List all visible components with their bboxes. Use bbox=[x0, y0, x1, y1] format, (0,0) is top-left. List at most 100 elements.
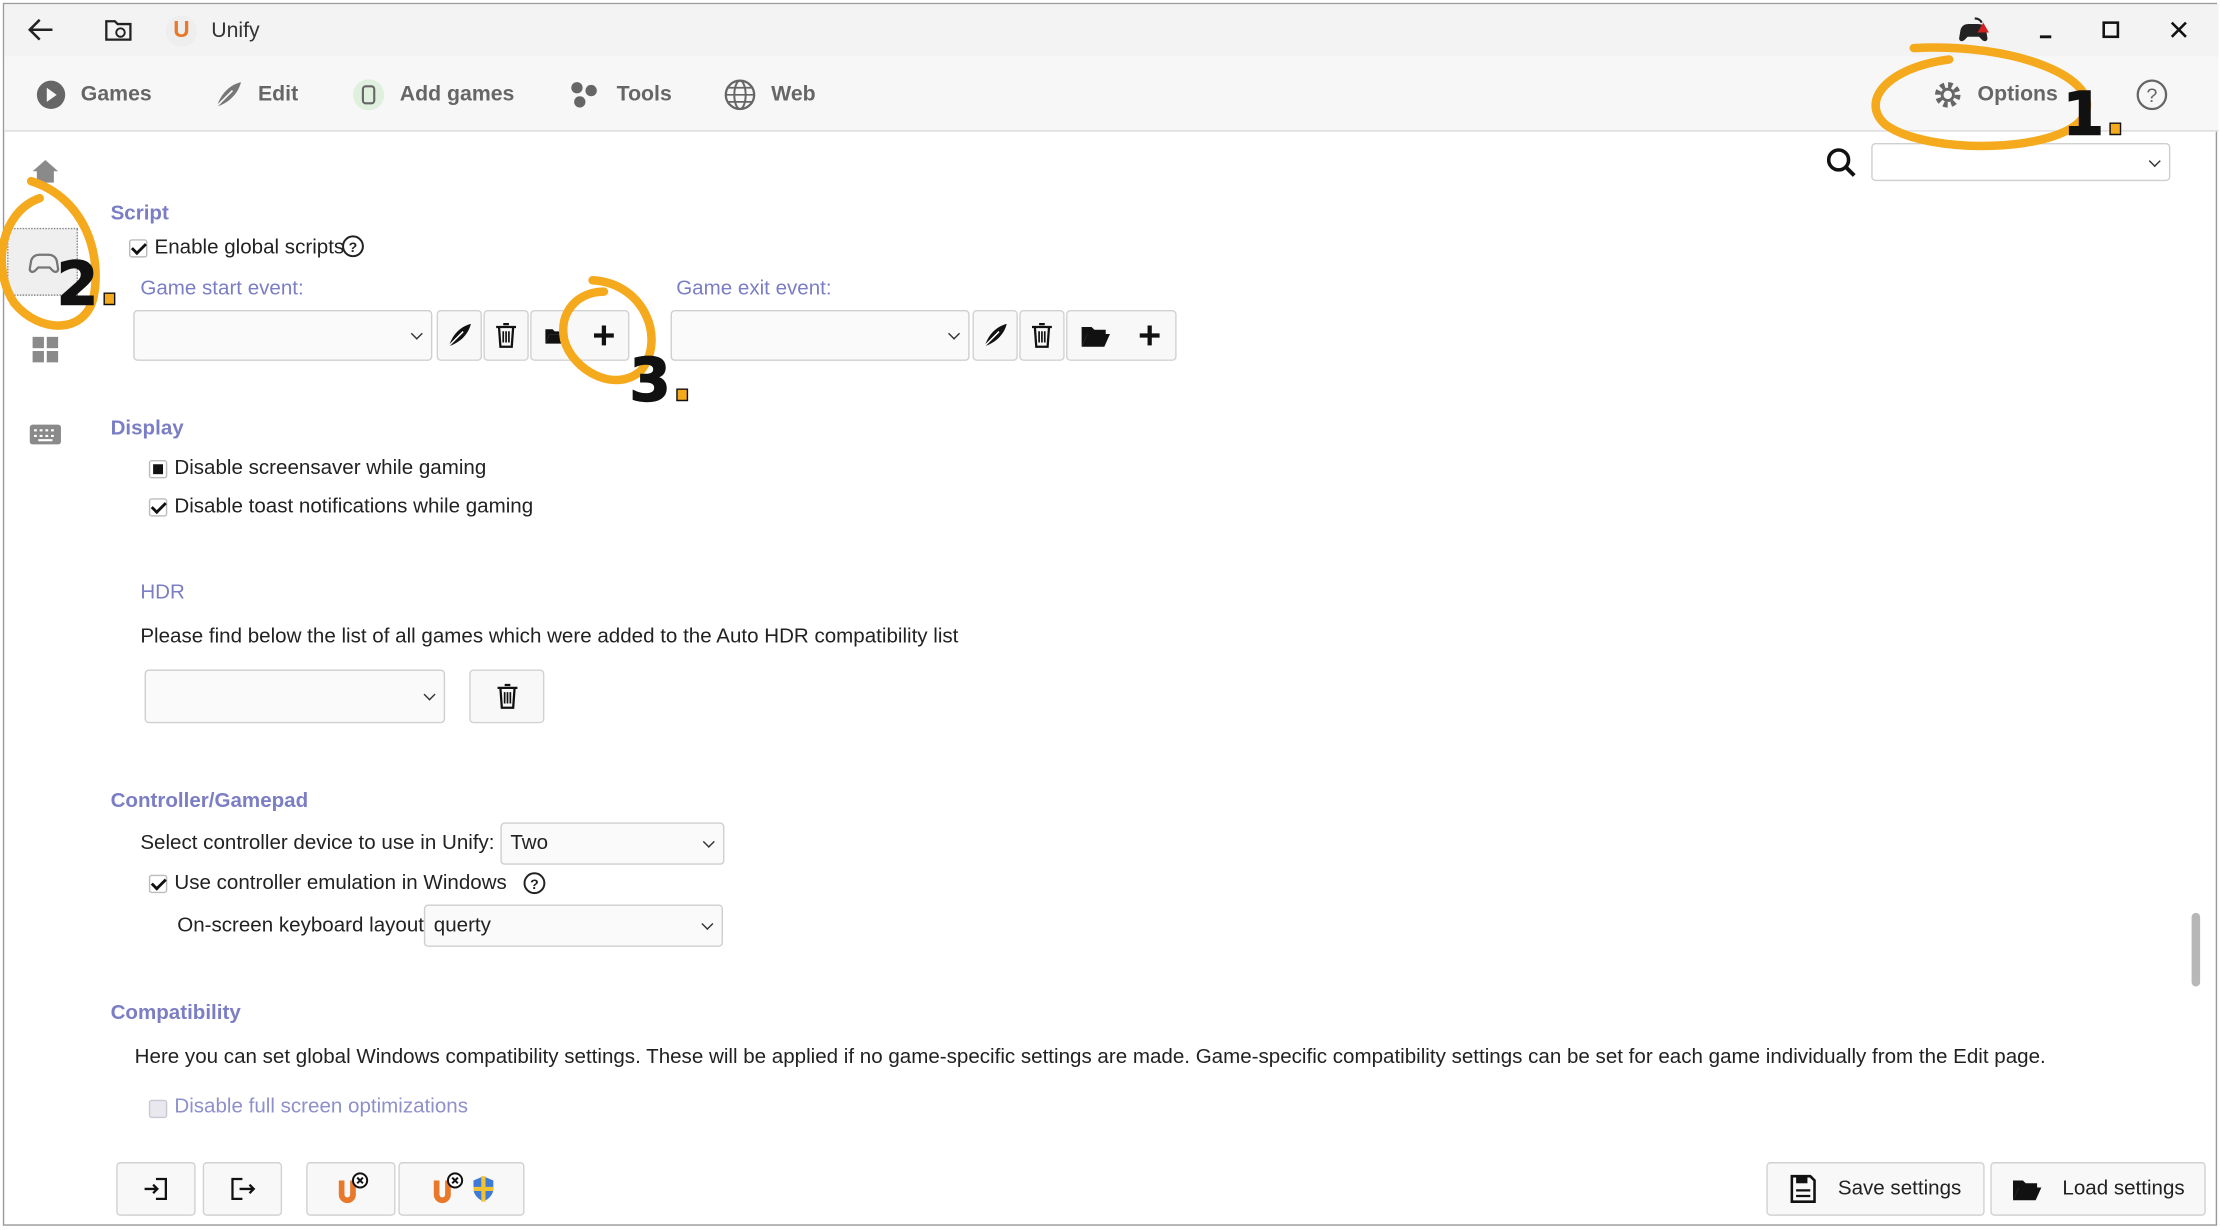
unify-close-button[interactable] bbox=[306, 1162, 396, 1216]
controller-device-value: Two bbox=[510, 832, 549, 855]
folder-open-icon[interactable] bbox=[1080, 323, 1111, 348]
main-toolbar: Games Edit Add games Tools Web Options ? bbox=[4, 56, 2219, 132]
load-settings-button[interactable]: Load settings bbox=[1990, 1162, 2206, 1216]
use-emulation-label: Use controller emulation in Windows bbox=[174, 871, 507, 895]
help-icon[interactable]: ? bbox=[2136, 79, 2168, 111]
enable-global-scripts-checkbox[interactable] bbox=[129, 239, 148, 258]
sidebar-keyboard-icon[interactable] bbox=[24, 413, 67, 455]
feather-icon bbox=[213, 79, 244, 110]
add-games-button[interactable]: Add games bbox=[352, 57, 515, 132]
use-emulation-checkbox[interactable] bbox=[148, 874, 168, 894]
back-arrow-icon[interactable] bbox=[27, 16, 55, 44]
game-start-event-label: Game start event: bbox=[140, 277, 304, 301]
web-label: Web bbox=[771, 82, 816, 107]
sign-in-icon bbox=[142, 1175, 170, 1203]
disable-screensaver-label: Disable screensaver while gaming bbox=[174, 457, 487, 480]
vertical-scrollbar[interactable] bbox=[2191, 912, 2201, 987]
search-icon[interactable] bbox=[1824, 146, 1858, 180]
sidebar-windows-icon[interactable] bbox=[24, 328, 67, 370]
keyboard-layout-label: On-screen keyboard layout bbox=[177, 914, 424, 937]
unify-admin-close-button[interactable] bbox=[398, 1162, 525, 1216]
keyboard-layout-value: querty bbox=[433, 914, 491, 937]
chevron-down-icon bbox=[2148, 154, 2161, 167]
exit-edit-button[interactable] bbox=[972, 309, 1018, 361]
close-icon[interactable] bbox=[2168, 18, 2191, 41]
controller-alert-icon[interactable] bbox=[1955, 16, 1992, 47]
disable-fullscreen-opt-checkbox[interactable] bbox=[148, 1099, 168, 1119]
disable-screensaver-checkbox[interactable] bbox=[148, 460, 168, 479]
display-section-title: Display bbox=[110, 417, 184, 441]
controller-device-dropdown[interactable]: Two bbox=[500, 822, 725, 865]
start-delete-button[interactable] bbox=[483, 309, 529, 361]
chevron-down-icon bbox=[423, 688, 436, 701]
plus-icon[interactable] bbox=[1137, 323, 1163, 348]
chevron-down-icon bbox=[410, 327, 423, 340]
hdr-games-dropdown[interactable] bbox=[144, 669, 446, 724]
game-start-event-dropdown[interactable] bbox=[133, 309, 433, 361]
help-circle-icon[interactable]: ? bbox=[523, 872, 546, 895]
minimize-icon[interactable] bbox=[2034, 18, 2057, 41]
folder-open-icon bbox=[2011, 1176, 2042, 1201]
search-combobox[interactable] bbox=[1871, 142, 2171, 182]
edit-button[interactable]: Edit bbox=[213, 57, 299, 132]
games-button[interactable]: Games bbox=[35, 57, 152, 132]
add-games-label: Add games bbox=[399, 82, 515, 107]
start-edit-button[interactable] bbox=[436, 309, 482, 361]
save-settings-button[interactable]: Save settings bbox=[1766, 1162, 1985, 1216]
start-browse-add-group bbox=[530, 309, 630, 361]
hdr-delete-button[interactable] bbox=[469, 669, 545, 724]
chevron-down-icon bbox=[948, 327, 961, 340]
chevron-down-icon bbox=[701, 917, 714, 930]
gear-icon bbox=[1932, 79, 1963, 110]
annotation-number-1: 1. bbox=[2062, 79, 2128, 150]
title-bar: U Unify bbox=[4, 4, 2219, 57]
svg-text:?: ? bbox=[349, 240, 358, 256]
add-game-icon bbox=[352, 77, 386, 111]
annotation-number-3: 3. bbox=[629, 345, 695, 416]
help-circle-icon[interactable]: ? bbox=[342, 235, 365, 258]
exit-browse-add-group bbox=[1066, 309, 1177, 361]
games-label: Games bbox=[80, 82, 152, 107]
enable-global-scripts-label: Enable global scripts bbox=[154, 236, 345, 260]
svg-text:?: ? bbox=[2146, 85, 2157, 107]
globe-icon bbox=[723, 77, 757, 111]
app-logo-icon: U bbox=[165, 15, 198, 47]
load-settings-label: Load settings bbox=[2062, 1177, 2185, 1201]
exit-delete-button[interactable] bbox=[1019, 309, 1065, 361]
disable-fullscreen-opt-label: Disable full screen optimizations bbox=[174, 1095, 468, 1119]
sidebar-home-icon[interactable] bbox=[24, 150, 67, 192]
keyboard-layout-dropdown[interactable]: querty bbox=[423, 904, 723, 947]
tools-icon bbox=[568, 79, 602, 110]
tools-label: Tools bbox=[616, 82, 672, 107]
disable-toast-checkbox[interactable] bbox=[148, 498, 168, 517]
maximize-icon[interactable] bbox=[2099, 18, 2122, 41]
save-settings-label: Save settings bbox=[1837, 1177, 1962, 1201]
game-exit-event-dropdown[interactable] bbox=[670, 309, 970, 361]
play-icon bbox=[35, 79, 66, 110]
export-button[interactable] bbox=[202, 1162, 283, 1216]
feather-icon bbox=[445, 321, 473, 349]
trash-icon bbox=[1029, 321, 1055, 349]
edit-label: Edit bbox=[258, 82, 299, 107]
hdr-description: Please find below the list of all games … bbox=[140, 625, 959, 649]
hdr-title: HDR bbox=[140, 581, 185, 605]
options-button[interactable]: Options bbox=[1932, 57, 2058, 132]
compatibility-section-title: Compatibility bbox=[110, 1002, 241, 1025]
compatibility-description: Here you can set global Windows compatib… bbox=[134, 1045, 2046, 1069]
script-section-title: Script bbox=[110, 202, 169, 226]
unify-close-icon bbox=[427, 1172, 464, 1206]
annotation-number-2: 2. bbox=[56, 248, 122, 319]
app-window: U Unify Games Edit Add games Tools Web O… bbox=[2, 2, 2219, 1226]
svg-text:?: ? bbox=[530, 877, 539, 893]
import-button[interactable] bbox=[116, 1162, 196, 1216]
folder-open-icon[interactable] bbox=[544, 324, 567, 347]
web-button[interactable]: Web bbox=[723, 57, 816, 132]
controller-section-title: Controller/Gamepad bbox=[110, 789, 309, 813]
folder-camera-icon[interactable] bbox=[103, 16, 134, 44]
tools-button[interactable]: Tools bbox=[568, 57, 672, 132]
feather-icon bbox=[981, 321, 1009, 349]
chevron-down-icon bbox=[702, 835, 715, 848]
game-exit-event-label: Game exit event: bbox=[676, 277, 832, 301]
plus-icon[interactable] bbox=[590, 323, 616, 348]
trash-icon bbox=[493, 321, 519, 349]
